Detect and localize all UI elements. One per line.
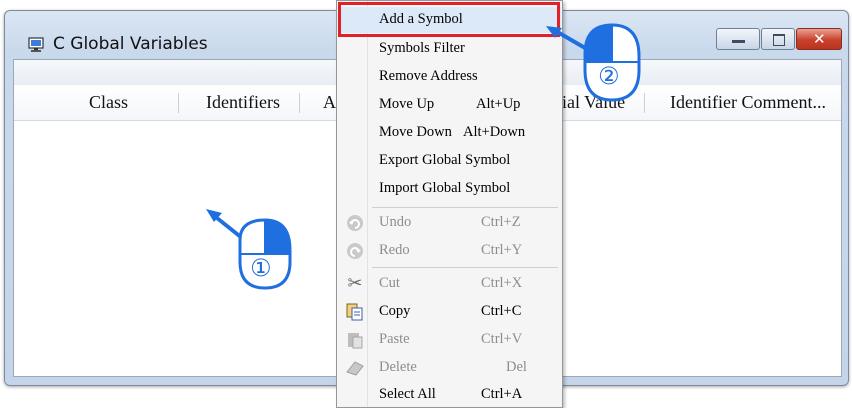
- window-app-icon: [28, 37, 46, 53]
- menu-item-label: Select All: [379, 386, 436, 402]
- menu-item-import-global-symbol[interactable]: Import Global Symbol: [338, 176, 561, 202]
- menu-item-shortcut: Ctrl+C: [481, 303, 522, 319]
- menu-item-label: Export Global Symbol: [379, 152, 511, 168]
- menu-item-label: Cut: [379, 275, 400, 291]
- menu-item-shortcut: Alt+Up: [476, 96, 521, 112]
- menu-item-label: Import Global Symbol: [379, 180, 511, 196]
- callout-number-2: ②: [598, 62, 620, 90]
- menu-item-label: Undo: [379, 214, 412, 230]
- callout-step-2: ②: [540, 20, 650, 115]
- maximize-button[interactable]: [761, 28, 795, 50]
- menu-item-copy[interactable]: Copy Ctrl+C: [338, 299, 561, 325]
- menu-item-remove-address[interactable]: Remove Address: [338, 64, 561, 90]
- close-button[interactable]: ✕: [796, 28, 842, 50]
- close-icon: ✕: [813, 30, 826, 48]
- menu-item-shortcut: Del: [506, 359, 527, 375]
- menu-item-label: Paste: [379, 331, 410, 347]
- highlight-box: [338, 2, 560, 37]
- minimize-icon: [732, 40, 745, 43]
- minimize-button[interactable]: [716, 28, 760, 50]
- menu-item-cut[interactable]: ✂ Cut Ctrl+X: [338, 271, 561, 297]
- maximize-icon: [773, 34, 785, 46]
- menu-item-label: Delete: [379, 359, 417, 375]
- menu-item-shortcut: Alt+Down: [463, 124, 526, 140]
- column-header-address[interactable]: A: [323, 92, 336, 113]
- menu-item-redo[interactable]: Redo Ctrl+Y: [338, 238, 561, 264]
- callout-number-1: ①: [250, 254, 272, 282]
- window-title: C Global Variables: [53, 34, 208, 54]
- menu-item-move-up[interactable]: Move Up Alt+Up: [338, 92, 561, 118]
- mouse-right-click-icon: [206, 209, 292, 290]
- menu-item-shortcut: Ctrl+X: [481, 275, 523, 291]
- undo-icon: [345, 213, 365, 233]
- context-menu: Add a Symbol Symbols Filter Remove Addre…: [336, 0, 563, 408]
- menu-item-undo[interactable]: Undo Ctrl+Z: [338, 210, 561, 236]
- cut-icon: ✂: [347, 273, 363, 294]
- redo-icon: [345, 241, 365, 261]
- menu-item-export-global-symbol[interactable]: Export Global Symbol: [338, 148, 561, 174]
- menu-item-shortcut: Ctrl+A: [481, 386, 523, 402]
- mouse-left-click-icon: [546, 23, 641, 102]
- menu-item-label: Remove Address: [379, 68, 478, 84]
- column-divider[interactable]: [299, 93, 300, 113]
- menu-item-label: Copy: [379, 303, 411, 319]
- menu-item-label: Move Up: [379, 96, 435, 112]
- menu-item-delete[interactable]: Delete Del: [338, 355, 561, 381]
- paste-icon: [345, 330, 365, 350]
- column-divider[interactable]: [178, 93, 179, 113]
- menu-item-label: Redo: [379, 242, 410, 258]
- menu-separator: [372, 207, 558, 208]
- menu-item-paste[interactable]: Paste Ctrl+V: [338, 327, 561, 353]
- column-header-identifiers[interactable]: Identifiers: [206, 92, 280, 113]
- menu-item-label: Move Down: [379, 124, 452, 140]
- menu-item-move-down[interactable]: Move Down Alt+Down: [338, 120, 561, 146]
- menu-item-shortcut: Ctrl+Y: [481, 242, 523, 258]
- menu-item-symbols-filter[interactable]: Symbols Filter: [338, 36, 561, 62]
- copy-icon: [345, 302, 365, 322]
- callout-step-1: ①: [200, 200, 300, 300]
- delete-icon: [345, 358, 365, 378]
- menu-item-select-all[interactable]: Select All Ctrl+A: [338, 382, 561, 408]
- menu-item-shortcut: Ctrl+V: [481, 331, 523, 347]
- column-header-class[interactable]: Class: [89, 92, 128, 113]
- menu-item-label: Symbols Filter: [379, 40, 465, 56]
- menu-separator: [372, 267, 558, 268]
- menu-item-shortcut: Ctrl+Z: [481, 214, 521, 230]
- column-header-identifier-comment[interactable]: Identifier Comment...: [670, 92, 826, 113]
